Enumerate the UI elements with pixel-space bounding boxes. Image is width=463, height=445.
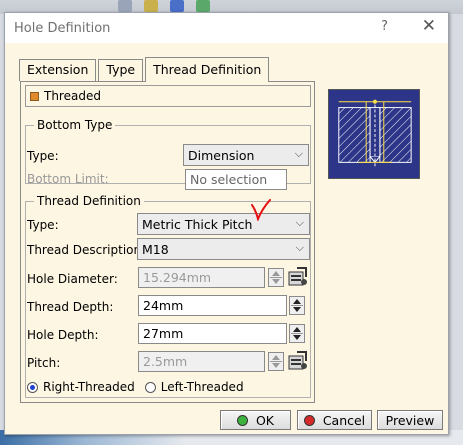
toolbar-icon-4[interactable]	[196, 0, 210, 12]
thread-type-value: Metric Thick Pitch	[142, 216, 253, 232]
thread-description-combo[interactable]: M18 ⌵	[137, 238, 310, 260]
direction-row: Right-Threaded Left-Threaded	[27, 380, 244, 394]
tab-type[interactable]: Type	[98, 59, 144, 81]
thread-description-row: Thread Description:	[27, 243, 145, 257]
left-threaded-radio[interactable]	[144, 381, 156, 393]
pitch-row: Pitch:	[27, 356, 60, 370]
thread-depth-label: Thread Depth:	[27, 300, 114, 314]
hole-depth-field[interactable]: 27mm	[138, 323, 287, 344]
hole-preview-image	[328, 89, 420, 179]
right-threaded-label[interactable]: Right-Threaded	[43, 380, 135, 394]
thread-description-value: M18	[142, 241, 169, 257]
cancel-icon	[303, 414, 315, 426]
pitch-spinner[interactable]	[268, 352, 284, 371]
bottom-type-label: Type:	[27, 149, 59, 163]
chevron-down-icon: ⌵	[295, 216, 304, 229]
hole-diameter-spinner[interactable]	[268, 268, 284, 287]
help-button[interactable]: ?	[381, 19, 388, 34]
chevron-down-icon: ⌵	[295, 241, 304, 254]
hole-depth-label: Hole Depth:	[27, 328, 99, 342]
tab-bar: Extension Type Thread Definition	[19, 57, 271, 82]
toolbar-icon-3[interactable]	[170, 0, 184, 12]
formula-icon[interactable]	[287, 266, 309, 288]
threaded-label: Threaded	[44, 89, 101, 103]
toolbar-icon-1[interactable]	[118, 0, 132, 12]
bottom-limit-label: Bottom Limit:	[27, 172, 109, 186]
formula-icon[interactable]	[287, 350, 309, 372]
hole-diameter-field[interactable]: 15.294mm	[138, 267, 265, 288]
thread-type-label: Type:	[27, 218, 59, 232]
ok-icon	[236, 414, 248, 426]
bottom-limit-field[interactable]: No selection	[185, 169, 287, 190]
thread-definition-panel: Threaded Bottom Type Type: Dimension ⌵ B…	[20, 81, 315, 403]
hole-depth-row: Hole Depth:	[27, 328, 99, 342]
toolbar-icon-2[interactable]	[144, 0, 158, 12]
left-threaded-label[interactable]: Left-Threaded	[161, 380, 244, 394]
thread-type-combo[interactable]: Metric Thick Pitch ⌵	[137, 213, 310, 235]
threaded-checkbox[interactable]	[30, 91, 39, 101]
thread-depth-spinner[interactable]	[289, 296, 305, 315]
chevron-down-icon: ⌵	[294, 147, 303, 160]
right-threaded-radio[interactable]	[27, 381, 38, 393]
ok-button[interactable]: OK	[220, 410, 291, 430]
thread-definition-legend: Thread Definition	[37, 194, 141, 208]
dialog-title: Hole Definition	[14, 21, 111, 36]
bottom-type-value: Dimension	[188, 147, 255, 163]
bottom-limit-row: Bottom Limit:	[27, 172, 109, 186]
title-bar: Hole Definition ? ✕	[5, 13, 448, 43]
thread-depth-row: Thread Depth:	[27, 300, 113, 314]
tab-thread-definition[interactable]: Thread Definition	[145, 57, 270, 82]
hole-definition-dialog: Hole Definition ? ✕ Extension Type Threa…	[4, 12, 449, 435]
preview-button[interactable]: Preview	[377, 410, 443, 430]
thread-type-row: Type:	[27, 218, 59, 232]
thread-description-label: Thread Description:	[27, 243, 146, 257]
threaded-checkbox-row[interactable]: Threaded	[25, 85, 311, 107]
hole-diameter-label: Hole Diameter:	[27, 272, 118, 286]
cancel-label: Cancel	[322, 412, 366, 428]
ok-label: OK	[255, 412, 275, 428]
thread-depth-field[interactable]: 24mm	[138, 295, 287, 316]
hole-depth-spinner[interactable]	[289, 324, 305, 343]
bottom-type-combo[interactable]: Dimension ⌵	[183, 144, 309, 166]
annotation-checkmark-icon	[251, 199, 271, 221]
pitch-label: Pitch:	[27, 356, 61, 370]
bottom-type-row: Type:	[27, 149, 59, 163]
bottom-type-legend: Bottom Type	[37, 118, 113, 132]
close-button[interactable]: ✕	[422, 16, 436, 36]
tab-extension[interactable]: Extension	[19, 59, 97, 81]
cancel-button[interactable]: Cancel	[297, 410, 372, 430]
pitch-field[interactable]: 2.5mm	[138, 351, 265, 372]
hole-diameter-row: Hole Diameter:	[27, 272, 118, 286]
preview-label: Preview	[385, 412, 435, 428]
